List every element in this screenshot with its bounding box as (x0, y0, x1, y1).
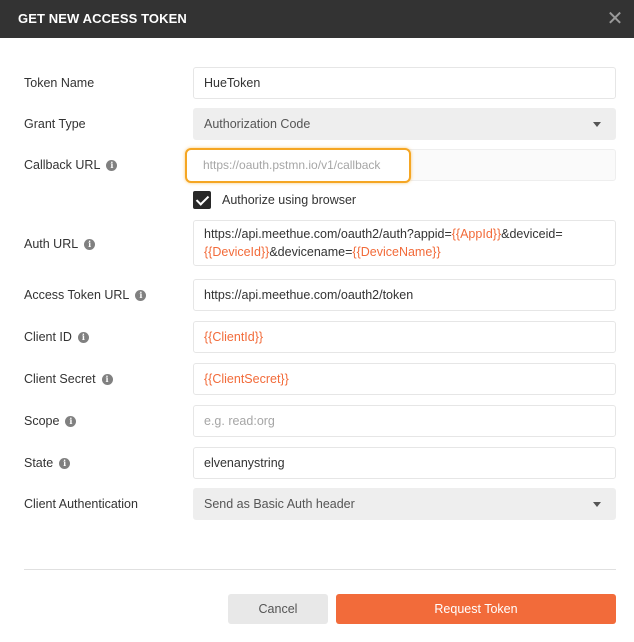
client-authentication-value: Send as Basic Auth header (204, 497, 355, 511)
auth-url-input[interactable]: https://api.meethue.com/oauth2/auth?appi… (193, 220, 616, 266)
authorize-browser-checkbox[interactable] (193, 191, 211, 209)
scope-label: Scope i (24, 414, 77, 428)
auth-url-var-devicename: {{DeviceName}} (352, 245, 441, 259)
dialog-title: GET NEW ACCESS TOKEN (18, 11, 187, 26)
grant-type-select[interactable]: Authorization Code (193, 108, 616, 140)
client-id-var: {{ClientId}} (204, 330, 264, 344)
footer-divider (24, 569, 616, 570)
scope-input[interactable]: e.g. read:org (193, 405, 616, 437)
token-name-label: Token Name (24, 76, 95, 90)
cancel-button[interactable]: Cancel (228, 594, 328, 624)
info-icon[interactable]: i (77, 331, 89, 343)
info-icon[interactable]: i (65, 415, 77, 427)
grant-type-label: Grant Type (24, 117, 86, 131)
info-icon[interactable]: i (101, 373, 113, 385)
dialog-titlebar: GET NEW ACCESS TOKEN ✕ (0, 0, 634, 38)
client-secret-input[interactable]: {{ClientSecret}} (193, 363, 616, 395)
grant-type-value: Authorization Code (204, 117, 311, 131)
access-token-url-label: Access Token URL i (24, 288, 147, 302)
chevron-down-icon (593, 502, 601, 507)
info-icon[interactable]: i (135, 289, 147, 301)
client-authentication-label: Client Authentication (24, 497, 138, 511)
token-name-input[interactable]: HueToken (193, 67, 616, 99)
auth-url-var-deviceid: {{DeviceId}} (204, 245, 270, 259)
auth-url-var-appid: {{AppId}} (451, 227, 502, 241)
client-secret-label: Client Secret i (24, 372, 113, 386)
state-input[interactable]: elvenanystring (193, 447, 616, 479)
close-icon[interactable]: ✕ (602, 6, 628, 32)
authorize-browser-label: Authorize using browser (222, 193, 357, 207)
info-icon[interactable]: i (84, 238, 96, 250)
info-icon[interactable]: i (59, 457, 71, 469)
callback-url-input[interactable]: https://oauth.pstmn.io/v1/callback (193, 150, 407, 180)
client-id-label: Client ID i (24, 330, 89, 344)
auth-url-label: Auth URL i (24, 237, 96, 251)
state-label: State i (24, 456, 71, 470)
access-token-url-input[interactable]: https://api.meethue.com/oauth2/token (193, 279, 616, 311)
client-authentication-select[interactable]: Send as Basic Auth header (193, 488, 616, 520)
info-icon[interactable]: i (106, 159, 118, 171)
callback-url-label: Callback URL i (24, 158, 118, 172)
chevron-down-icon (593, 122, 601, 127)
client-secret-var: {{ClientSecret}} (204, 372, 289, 386)
client-id-input[interactable]: {{ClientId}} (193, 321, 616, 353)
request-token-button[interactable]: Request Token (336, 594, 616, 624)
